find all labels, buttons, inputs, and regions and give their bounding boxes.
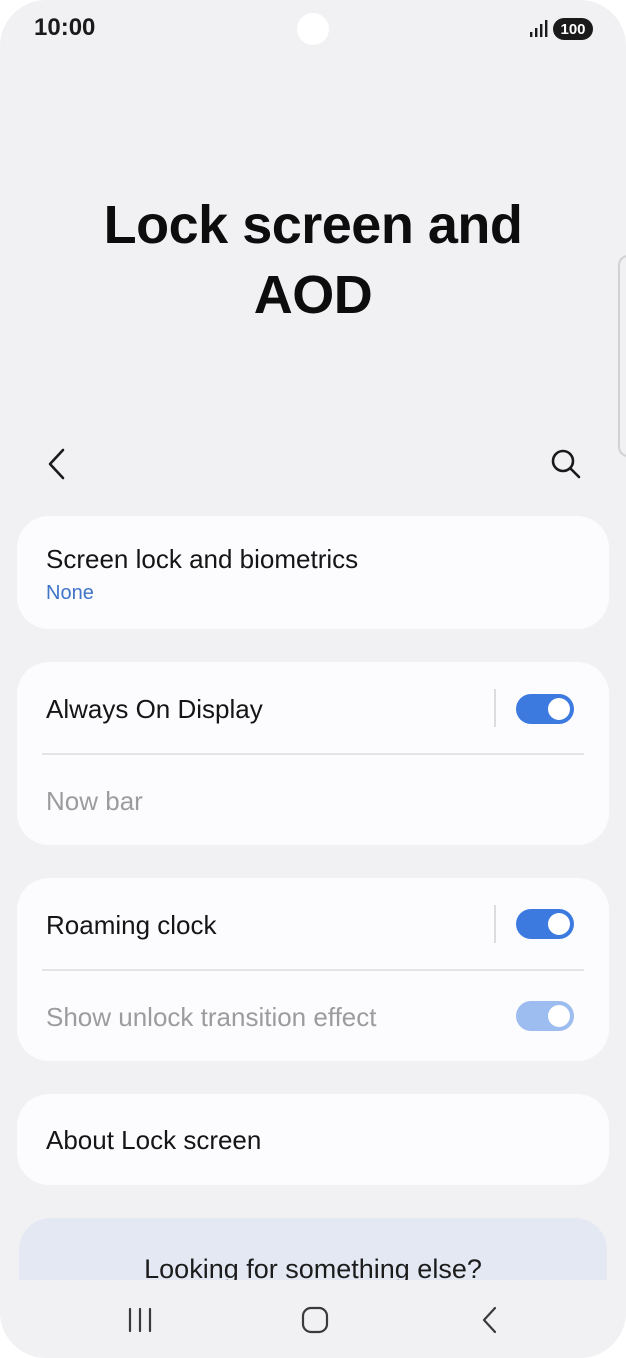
- chevron-left-icon: [48, 448, 65, 480]
- navigation-bar: [0, 1280, 626, 1358]
- roaming-clock-toggle[interactable]: [516, 909, 574, 939]
- back-icon: [482, 1306, 497, 1334]
- home-button[interactable]: [293, 1298, 337, 1342]
- page-title-line-2: AOD: [253, 265, 373, 325]
- roaming-card: Roaming clock Show unlock transition eff…: [17, 878, 609, 1061]
- toggle-knob: [548, 913, 570, 935]
- page-title-line-1: Lock screen and: [103, 195, 523, 255]
- phone-screen: 10:00 100 Lock screen and AOD Screen loc…: [0, 0, 626, 1358]
- roaming-clock-label: Roaming clock: [46, 910, 217, 940]
- nav-back-button[interactable]: [468, 1298, 512, 1342]
- toggle-knob: [548, 1005, 570, 1027]
- roaming-clock-row[interactable]: Roaming clock: [17, 878, 609, 970]
- signal-bars-icon: [530, 20, 548, 37]
- unlock-transition-label: Show unlock transition effect: [46, 1002, 377, 1032]
- status-bar: 10:00 100: [0, 0, 626, 60]
- home-icon: [301, 1306, 329, 1334]
- row-separator: [494, 689, 496, 727]
- back-button[interactable]: [36, 442, 80, 486]
- now-bar-row[interactable]: Now bar: [17, 755, 609, 845]
- unlock-transition-row[interactable]: Show unlock transition effect: [17, 971, 609, 1061]
- always-on-display-toggle[interactable]: [516, 694, 574, 724]
- screen-lock-label: Screen lock and biometrics: [46, 544, 359, 574]
- battery-level: 100: [560, 20, 586, 38]
- toggle-knob: [548, 698, 570, 720]
- status-time: 10:00: [34, 14, 96, 41]
- always-on-display-row[interactable]: Always On Display: [17, 662, 609, 754]
- page-title: Lock screen and AOD: [0, 190, 626, 330]
- recents-icon: [128, 1307, 152, 1333]
- now-bar-label: Now bar: [46, 786, 143, 816]
- search-button[interactable]: [544, 442, 588, 486]
- screen-lock-value: None: [46, 582, 94, 604]
- screen-lock-card[interactable]: Screen lock and biometrics None: [17, 516, 609, 629]
- camera-cutout: [297, 13, 329, 45]
- about-lock-screen-card[interactable]: About Lock screen: [17, 1094, 609, 1185]
- battery-indicator: 100: [553, 18, 593, 40]
- search-icon: [551, 449, 581, 479]
- recents-button[interactable]: [118, 1298, 162, 1342]
- always-on-display-label: Always On Display: [46, 694, 263, 724]
- row-separator: [494, 905, 496, 943]
- about-lock-screen-label: About Lock screen: [46, 1125, 262, 1155]
- aod-card: Always On Display Now bar: [17, 662, 609, 845]
- unlock-transition-toggle[interactable]: [516, 1001, 574, 1031]
- edge-panel-handle[interactable]: [618, 255, 626, 457]
